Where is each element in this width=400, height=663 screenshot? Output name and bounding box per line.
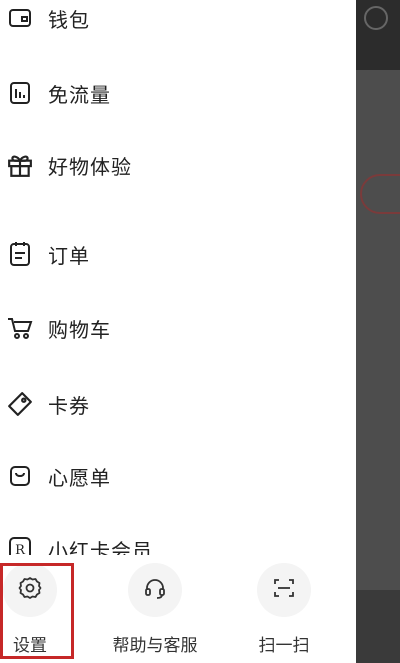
menu-item-label: 心愿单	[48, 465, 111, 490]
menu-item-wishlist[interactable]: 心愿单	[0, 451, 356, 501]
wishlist-icon	[6, 462, 34, 490]
background-footer	[356, 590, 400, 663]
menu-item-label: 卡券	[48, 393, 90, 418]
data-plan-icon	[6, 79, 34, 107]
help-service-label: 帮助与客服	[112, 636, 198, 656]
menu-item-label: 好物体验	[48, 154, 132, 179]
background-icon	[364, 6, 388, 30]
scan-label: 扫一扫	[258, 636, 310, 656]
menu-item-label: 免流量	[48, 82, 111, 107]
order-icon	[6, 240, 34, 268]
cart-icon	[6, 314, 34, 342]
menu-item-free-data[interactable]: 免流量	[0, 68, 356, 118]
menu-item-coupons[interactable]: 卡券	[0, 379, 356, 429]
menu-item-wallet[interactable]: 钱包	[0, 0, 356, 43]
background-content	[356, 70, 400, 590]
menu-item-orders[interactable]: 订单	[0, 229, 356, 279]
background-pill-button	[360, 174, 400, 214]
menu-item-label: 钱包	[48, 7, 90, 32]
settings-highlight-box	[0, 563, 74, 659]
wallet-icon	[6, 4, 34, 32]
gift-icon	[6, 151, 34, 179]
scan-circle	[257, 563, 311, 617]
coupon-icon	[6, 390, 34, 418]
scan-button[interactable]: 扫一扫	[244, 555, 324, 663]
menu-item-label: 购物车	[48, 317, 111, 342]
headset-icon	[143, 576, 167, 604]
menu-item-product-trial[interactable]: 好物体验	[0, 140, 356, 190]
menu-item-label: 订单	[48, 243, 90, 268]
side-drawer: 钱包 免流量 好物体验 订单 购物车 卡券 心愿单 R 小红卡会员 设置 帮助与…	[0, 0, 356, 663]
background-app-overlay[interactable]	[356, 0, 400, 663]
help-circle	[128, 563, 182, 617]
help-service-button[interactable]: 帮助与客服	[100, 555, 210, 663]
scan-icon	[272, 576, 296, 604]
menu-item-cart[interactable]: 购物车	[0, 303, 356, 353]
